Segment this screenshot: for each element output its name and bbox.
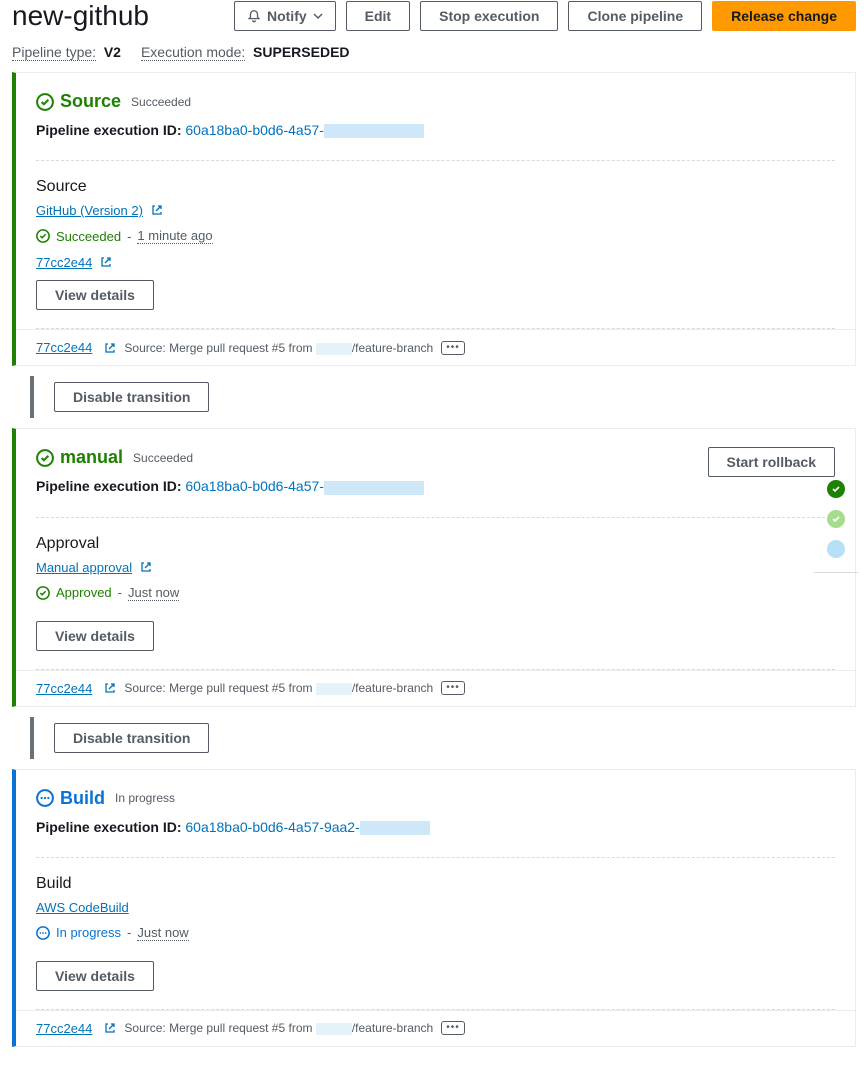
stage-status: Succeeded <box>131 95 191 109</box>
external-link-icon <box>104 1022 116 1034</box>
header-actions: Notify Edit Stop execution Clone pipelin… <box>234 1 856 31</box>
status-time: Just now <box>128 585 179 601</box>
action-status: Approved - Just now <box>36 585 835 601</box>
stage-title: manual <box>36 447 123 468</box>
action-block: Approval Manual approval Approved - Just… <box>16 518 855 669</box>
action-provider-link[interactable]: Manual approval <box>36 560 132 575</box>
view-details-button[interactable]: View details <box>36 961 154 991</box>
stage-build: Build In progress Pipeline execution ID:… <box>12 769 856 1047</box>
view-details-button[interactable]: View details <box>36 280 154 310</box>
redacted-text <box>360 821 430 835</box>
action-block: Build AWS CodeBuild In progress - Just n… <box>16 858 855 1009</box>
stage-header: manual Succeeded Pipeline execution ID: … <box>16 429 855 516</box>
execution-id-row: Pipeline execution ID: 60a18ba0-b0d6-4a5… <box>36 809 450 849</box>
external-link-icon <box>151 204 163 216</box>
stage-title: Source <box>36 91 121 112</box>
commit-link[interactable]: 77cc2e44 <box>36 255 92 270</box>
minimap-stage-inprogress-icon[interactable] <box>827 540 845 558</box>
status-time: 1 minute ago <box>137 228 212 244</box>
bell-icon <box>247 9 261 23</box>
external-link-icon <box>140 561 152 573</box>
stage-manual: manual Succeeded Pipeline execution ID: … <box>12 428 856 706</box>
caret-down-icon <box>313 11 323 21</box>
action-status: In progress - Just now <box>36 925 835 941</box>
commit-link[interactable]: 77cc2e44 <box>36 681 92 696</box>
external-link-icon <box>104 682 116 694</box>
minimap-stage-succeeded-icon[interactable] <box>827 480 845 498</box>
more-icon[interactable]: ••• <box>441 1021 465 1035</box>
in-progress-icon <box>36 789 54 807</box>
release-change-button[interactable]: Release change <box>712 1 856 31</box>
clone-pipeline-button[interactable]: Clone pipeline <box>568 1 702 31</box>
stage-header: Build In progress Pipeline execution ID:… <box>16 770 855 857</box>
notify-label: Notify <box>267 8 307 24</box>
status-text: Succeeded <box>56 229 121 244</box>
minimap-stage-succeeded-icon[interactable] <box>827 510 845 528</box>
execution-mode-label: Execution mode: <box>141 44 245 61</box>
success-icon <box>36 586 50 600</box>
action-provider-link[interactable]: AWS CodeBuild <box>36 900 129 915</box>
stage-title: Build <box>36 788 105 809</box>
execution-id-link[interactable]: 60a18ba0-b0d6-4a57- <box>185 478 324 494</box>
check-icon <box>831 484 841 494</box>
stage-footer: 77cc2e44 Source: Merge pull request #5 f… <box>16 329 855 365</box>
check-icon <box>831 514 841 524</box>
transition-connector <box>30 376 34 418</box>
pipeline-title: new-github <box>12 0 149 32</box>
more-icon[interactable]: ••• <box>441 341 465 355</box>
notify-button[interactable]: Notify <box>234 1 336 31</box>
status-text: In progress <box>56 925 121 940</box>
start-rollback-button[interactable]: Start rollback <box>708 447 835 477</box>
execution-id-link[interactable]: 60a18ba0-b0d6-4a57-9aa2- <box>185 819 359 835</box>
stage-header: Source Succeeded Pipeline execution ID: … <box>16 73 855 160</box>
redacted-text <box>316 683 352 695</box>
action-name: Source <box>36 178 835 196</box>
disable-transition-button[interactable]: Disable transition <box>54 382 209 412</box>
status-text: Approved <box>56 585 112 600</box>
stage-source: Source Succeeded Pipeline execution ID: … <box>12 72 856 366</box>
disable-transition-button[interactable]: Disable transition <box>54 723 209 753</box>
view-details-button[interactable]: View details <box>36 621 154 651</box>
external-link-icon <box>104 342 116 354</box>
transition-connector <box>30 717 34 759</box>
more-icon[interactable]: ••• <box>441 681 465 695</box>
success-icon <box>36 93 54 111</box>
action-name: Approval <box>36 535 835 553</box>
redacted-text <box>324 481 424 495</box>
action-provider-link[interactable]: GitHub (Version 2) <box>36 203 143 218</box>
success-icon <box>36 229 50 243</box>
pipeline-meta: Pipeline type: V2 Execution mode: SUPERS… <box>0 32 868 72</box>
execution-id-label: Pipeline execution ID: <box>36 122 181 138</box>
stage-minimap <box>814 480 858 573</box>
edit-button[interactable]: Edit <box>346 1 410 31</box>
stage-status: In progress <box>115 791 175 805</box>
action-name: Build <box>36 875 835 893</box>
success-icon <box>36 449 54 467</box>
execution-id-label: Pipeline execution ID: <box>36 819 181 835</box>
stage-footer: 77cc2e44 Source: Merge pull request #5 f… <box>16 1010 855 1046</box>
execution-id-link[interactable]: 60a18ba0-b0d6-4a57- <box>185 122 324 138</box>
stage-status: Succeeded <box>133 451 193 465</box>
redacted-text <box>324 124 424 138</box>
transition-row: Disable transition <box>30 707 868 769</box>
stop-execution-button[interactable]: Stop execution <box>420 1 558 31</box>
transition-row: Disable transition <box>30 366 868 428</box>
in-progress-icon <box>36 926 50 940</box>
redacted-text <box>316 343 352 355</box>
action-block: Source GitHub (Version 2) Succeeded - 1 … <box>16 161 855 328</box>
page-header: new-github Notify Edit Stop execution Cl… <box>0 0 868 32</box>
status-time: Just now <box>137 925 188 941</box>
execution-id-label: Pipeline execution ID: <box>36 478 181 494</box>
execution-id-row: Pipeline execution ID: 60a18ba0-b0d6-4a5… <box>36 468 444 508</box>
pipeline-type-value: V2 <box>104 44 121 60</box>
redacted-text <box>316 1023 352 1035</box>
execution-mode-value: SUPERSEDED <box>253 44 349 60</box>
stage-footer: 77cc2e44 Source: Merge pull request #5 f… <box>16 670 855 706</box>
commit-link[interactable]: 77cc2e44 <box>36 1021 92 1036</box>
execution-id-row: Pipeline execution ID: 60a18ba0-b0d6-4a5… <box>36 112 444 152</box>
commit-link[interactable]: 77cc2e44 <box>36 340 92 355</box>
pipeline-type-label: Pipeline type: <box>12 44 96 61</box>
external-link-icon <box>100 256 112 268</box>
action-status: Succeeded - 1 minute ago <box>36 228 835 244</box>
